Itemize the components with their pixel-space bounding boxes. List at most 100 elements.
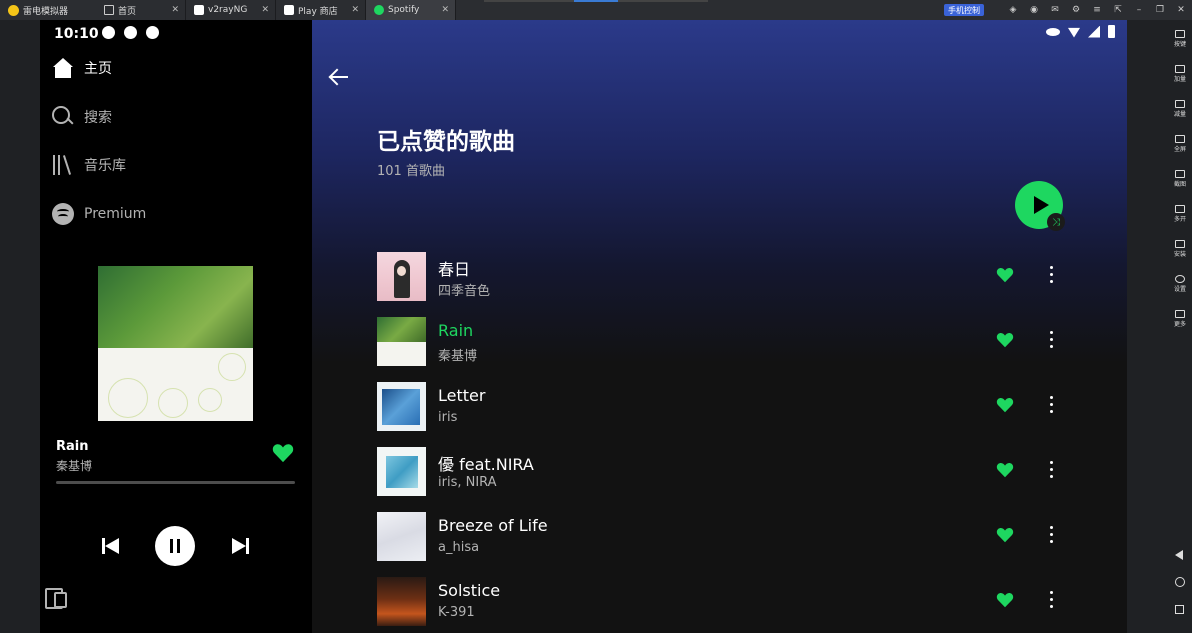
more-options-icon[interactable] [1050, 461, 1054, 481]
apk-icon [1175, 240, 1185, 248]
more-options-icon[interactable] [1050, 331, 1054, 351]
settings-icon[interactable]: ⚙ [1071, 5, 1081, 15]
battery-icon [1108, 25, 1115, 38]
close-window-icon[interactable]: ✕ [1176, 5, 1186, 15]
volume-down-button[interactable]: 减量 [1168, 100, 1192, 118]
more-button[interactable]: 更多 [1168, 310, 1192, 328]
now-playing-album-art[interactable] [98, 266, 253, 421]
multi-instance-button[interactable]: 多开 [1168, 205, 1192, 223]
spotify-notification-icon [102, 26, 115, 39]
like-button[interactable] [996, 332, 1014, 348]
search-icon [52, 106, 74, 128]
like-button[interactable] [996, 267, 1014, 283]
more-options-icon[interactable] [1050, 526, 1054, 546]
system-status-icons [1046, 25, 1115, 38]
track-row[interactable]: Letter iris [377, 382, 1067, 432]
liked-songs-view: 已点赞的歌曲 101 首歌曲 ⤨ 春日 四季音色 Rain 秦基博 Letter… [312, 20, 1127, 633]
pin-icon[interactable]: ⇱ [1113, 5, 1123, 15]
shuffle-icon[interactable]: ⤨ [1047, 213, 1065, 231]
track-artist: 秦基博 [438, 349, 478, 364]
close-icon[interactable]: ✕ [261, 5, 269, 15]
track-title: 春日 [438, 260, 471, 279]
like-button[interactable] [996, 462, 1014, 478]
like-button[interactable] [996, 592, 1014, 608]
previous-track-button[interactable] [102, 537, 120, 555]
track-title: Breeze of Life [438, 516, 548, 535]
track-row[interactable]: Breeze of Life a_hisa [377, 512, 1067, 562]
keymap-button[interactable]: 按键 [1168, 30, 1192, 48]
emulator-app-name: 雷电模拟器 [23, 6, 69, 17]
heart-icon [996, 268, 1014, 283]
minimize-icon[interactable]: – [1134, 5, 1144, 15]
sidebar-item-search[interactable]: 搜索 [52, 106, 112, 128]
close-icon[interactable]: ✕ [441, 5, 449, 15]
emulator-app-logo: 雷电模拟器 [0, 4, 96, 17]
pause-button[interactable] [155, 526, 195, 566]
playback-progress-bar[interactable] [56, 481, 295, 484]
track-title: Rain [438, 321, 474, 340]
track-album-art [377, 577, 426, 626]
scissors-icon [1175, 170, 1185, 178]
like-button[interactable] [272, 443, 294, 463]
sidebar-item-home[interactable]: 主页 [52, 58, 112, 78]
track-album-art [377, 382, 426, 431]
track-title: Letter [438, 386, 486, 405]
track-artist: a_hisa [438, 540, 480, 555]
track-row[interactable]: 優 feat.NIRA iris, NIRA [377, 447, 1067, 497]
android-back-icon[interactable] [1175, 550, 1183, 560]
like-button[interactable] [996, 397, 1014, 413]
android-recents-icon[interactable] [1175, 605, 1184, 614]
heart-icon [272, 444, 294, 463]
restore-icon[interactable]: ❐ [1155, 5, 1165, 15]
mail-icon[interactable]: ✉ [1050, 5, 1060, 15]
wifi-icon [1068, 27, 1080, 38]
account-icon[interactable]: ◉ [1029, 5, 1039, 15]
tab-play-store[interactable]: Play 商店 ✕ [276, 0, 366, 20]
connect-device-icon[interactable] [45, 588, 67, 609]
like-button[interactable] [996, 527, 1014, 543]
volume-up-button[interactable]: 加量 [1168, 65, 1192, 83]
screenshot-button[interactable]: 截图 [1168, 170, 1192, 188]
tab-home[interactable]: 首页 ✕ [96, 0, 186, 20]
more-options-icon[interactable] [1050, 591, 1054, 611]
spotify-icon [52, 203, 74, 225]
v2rayng-icon [194, 5, 204, 15]
spotify-tab-icon [374, 5, 384, 15]
tab-label: v2rayNG [208, 5, 248, 15]
fullscreen-button[interactable]: 全屏 [1168, 135, 1192, 153]
status-time: 10:10 [54, 26, 99, 42]
now-playing-artist[interactable]: 秦基博 [56, 457, 92, 474]
fullscreen-icon [1175, 135, 1185, 143]
back-arrow-icon[interactable] [328, 68, 350, 86]
close-icon[interactable]: ✕ [171, 5, 179, 15]
track-row[interactable]: Solstice K-391 [377, 577, 1067, 627]
v2ray-notification-icon [124, 26, 137, 39]
keyboard-icon [1175, 30, 1185, 38]
signal-icon [1088, 25, 1100, 38]
next-track-button[interactable] [232, 537, 250, 555]
track-row[interactable]: Rain 秦基博 [377, 317, 1067, 367]
toolbar-label: 设置 [1173, 286, 1186, 293]
android-home-icon[interactable] [1175, 577, 1185, 587]
android-screen: 10:10 主页 搜索 音乐库 Premium Rain 秦基博 已点赞的歌曲 … [40, 20, 1127, 633]
emulator-settings-button[interactable]: 设置 [1168, 275, 1192, 293]
toolbar-label: 全屏 [1173, 146, 1186, 153]
phone-control-button[interactable]: 手机控制 [944, 4, 984, 16]
tab-label: Play 商店 [298, 6, 338, 17]
more-options-icon[interactable] [1050, 266, 1054, 286]
now-playing-title[interactable]: Rain [56, 439, 89, 454]
track-row[interactable]: 春日 四季音色 [377, 252, 1067, 302]
track-artist: 四季音色 [438, 284, 491, 299]
gamepad-icon[interactable]: ◈ [1008, 5, 1018, 15]
more-options-icon[interactable] [1050, 396, 1054, 416]
tab-spotify[interactable]: Spotify ✕ [366, 0, 456, 20]
tab-label: Spotify [388, 5, 420, 15]
menu-icon[interactable]: ≡ [1092, 5, 1102, 15]
sidebar-item-library[interactable]: 音乐库 [52, 155, 126, 175]
sidebar-item-premium[interactable]: Premium [52, 203, 146, 225]
close-icon[interactable]: ✕ [351, 5, 359, 15]
install-apk-button[interactable]: 安装 [1168, 240, 1192, 258]
heart-icon [996, 593, 1014, 608]
tab-v2rayng[interactable]: v2rayNG ✕ [186, 0, 276, 20]
toolbar-label: 加量 [1173, 76, 1186, 83]
